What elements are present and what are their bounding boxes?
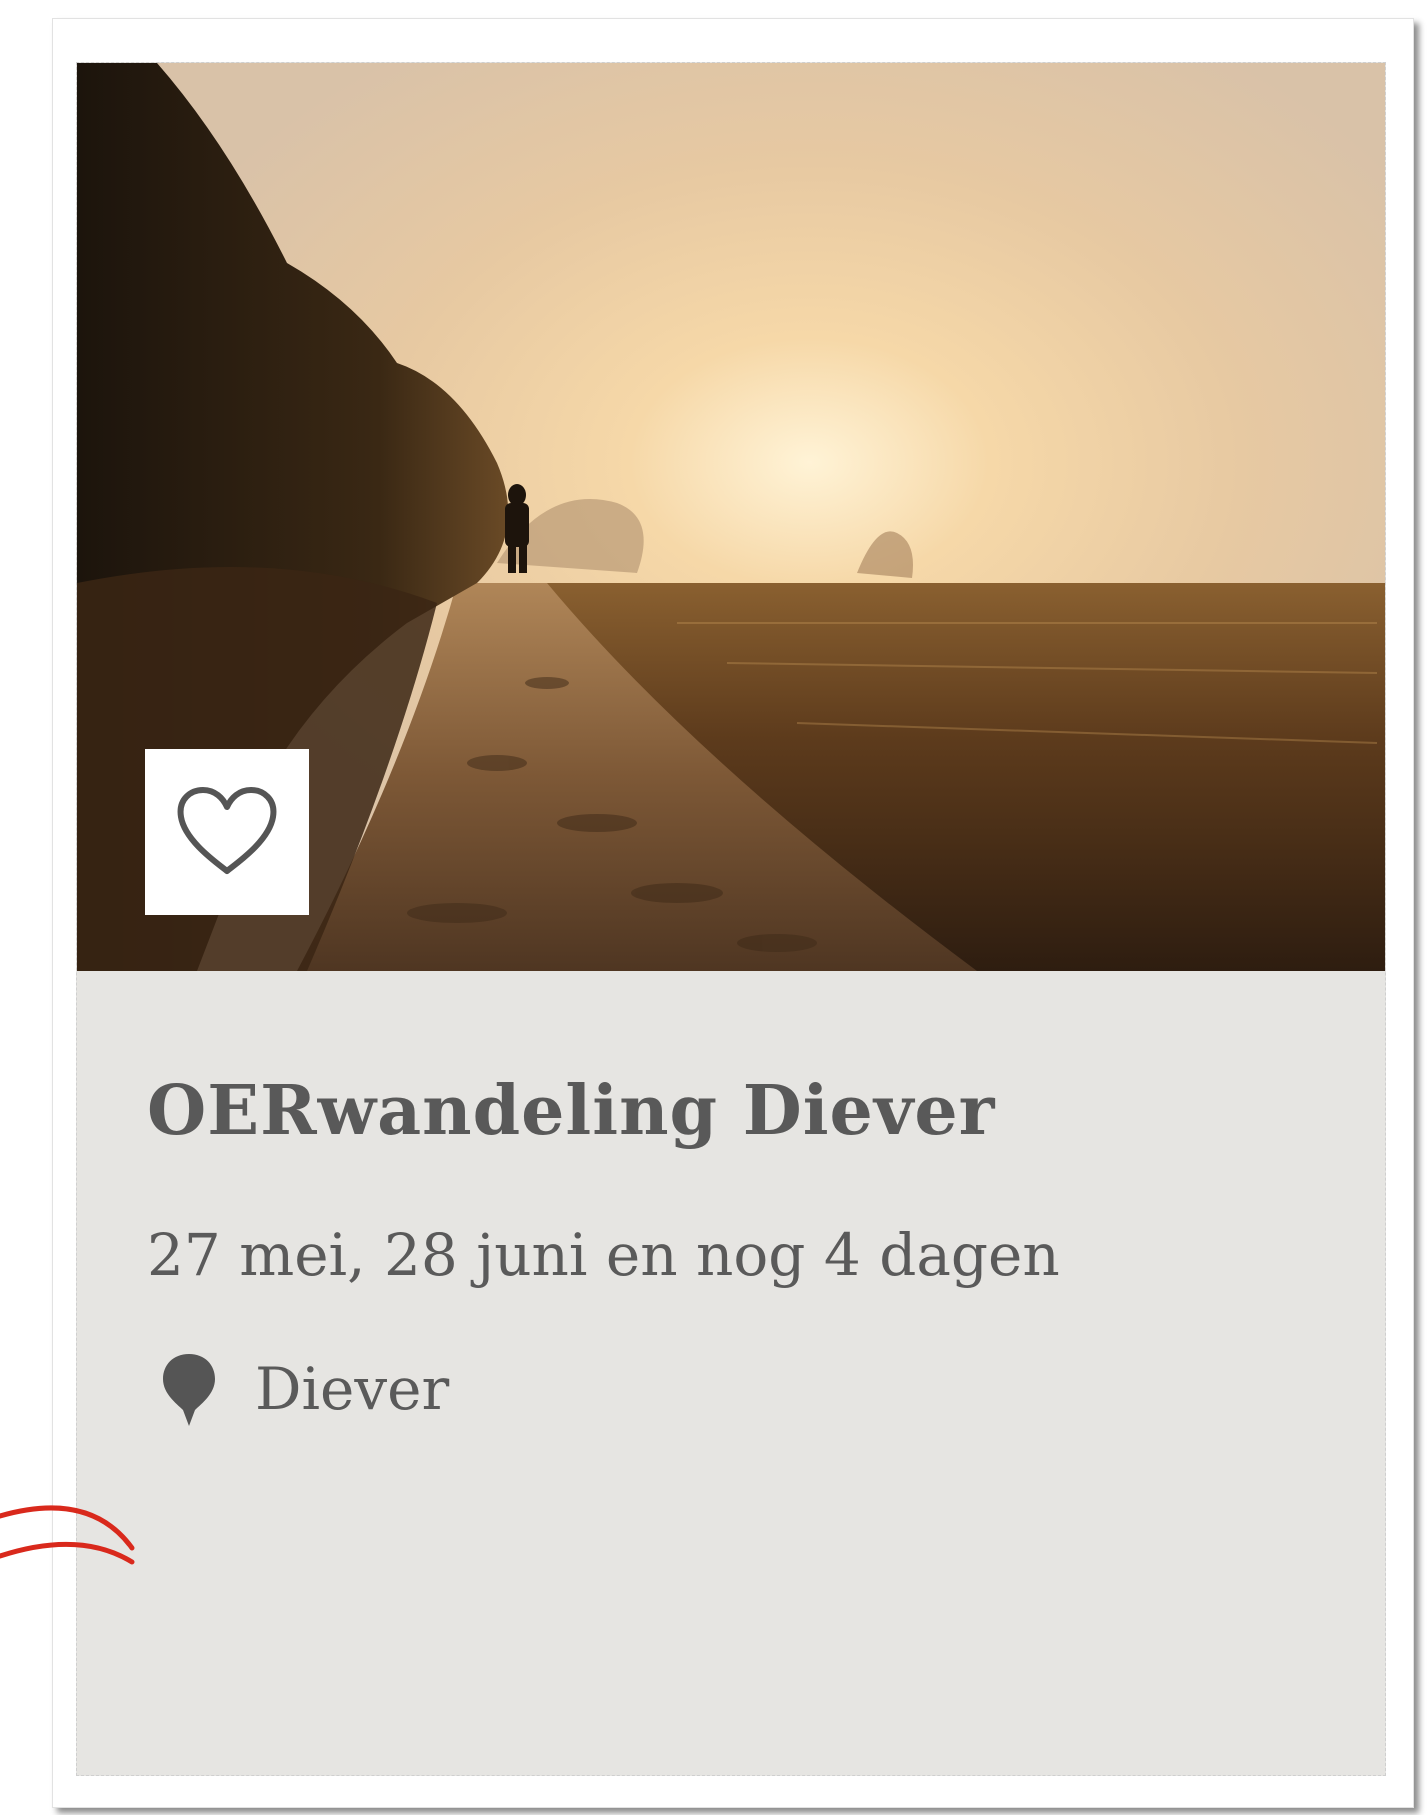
- event-photo[interactable]: [77, 63, 1385, 971]
- event-title[interactable]: OERwandeling Diever: [147, 1071, 995, 1151]
- heart-outline-icon: [177, 787, 277, 874]
- map-pin-icon: [163, 1354, 215, 1426]
- annotation-stroke: [0, 1505, 135, 1565]
- event-card[interactable]: OERwandeling Diever 27 mei, 28 juni en n…: [76, 62, 1386, 1776]
- event-dates: 27 mei, 28 juni en nog 4 dagen: [147, 1221, 1060, 1289]
- location-label: Diever: [255, 1355, 450, 1423]
- favorite-button[interactable]: [145, 749, 309, 915]
- event-location: Diever: [159, 1349, 449, 1429]
